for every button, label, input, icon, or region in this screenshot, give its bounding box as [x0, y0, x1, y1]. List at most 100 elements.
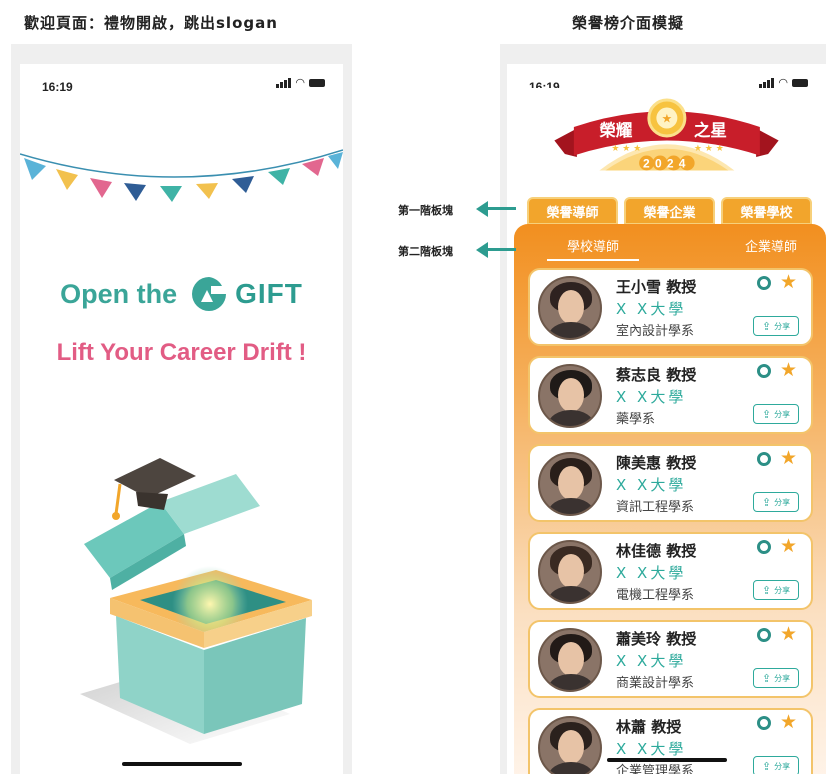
tier1-tabs: 榮譽導師 榮譽企業 榮譽學校 — [527, 197, 812, 225]
star-icon[interactable]: ★ — [780, 624, 797, 644]
tab-enterprise-mentor[interactable]: 企業導師 — [725, 236, 817, 261]
status-icons: ◠ — [276, 76, 325, 89]
honor-banner: 榮耀 之星 ★ ★ ★ ★ ★ ★ ★ 2024 — [507, 88, 826, 208]
mentor-name: 蕭美玲 教授 — [616, 630, 697, 648]
graduation-cap-icon — [114, 458, 196, 498]
svg-text:★ ★ ★: ★ ★ ★ — [611, 144, 641, 154]
home-indicator — [606, 758, 727, 762]
share-button[interactable]: ⇪ 分享 — [753, 492, 799, 512]
mentor-name: 蔡志良 教授 — [616, 366, 697, 384]
comment-icon[interactable] — [757, 540, 771, 554]
gift-logo-mark — [192, 277, 227, 311]
mentor-card[interactable]: 王小雪 教授 X X大學室內設計學系 ★ ⇪ 分享 — [528, 268, 813, 346]
share-label: 分享 — [774, 585, 791, 595]
annotation-first-block: 第一階板塊 — [398, 204, 453, 217]
share-button[interactable]: ⇪ 分享 — [753, 756, 799, 774]
comment-icon[interactable] — [757, 364, 771, 378]
svg-text:2024: 2024 — [643, 157, 691, 171]
mentor-department: 室內設計學系 — [616, 324, 695, 339]
mentor-card[interactable]: 蔡志良 教授 X X大學藥學系 ★ ⇪ 分享 — [528, 356, 813, 434]
flag-2 — [56, 169, 78, 190]
tier2-tabs: 學校導師 企業導師 — [547, 236, 817, 261]
gift-logo-icon: GIFT — [189, 274, 303, 314]
right-caption: 榮譽榜介面模擬 — [572, 14, 685, 32]
mentor-name: 林蕭 教授 — [616, 718, 682, 736]
battery-icon — [309, 79, 325, 87]
honor-board-screen: 16:19 ◠ 榮耀 之星 ★ ★ ★ ★ ★ ★ ★ 2024 榮譽導師 榮譽… — [507, 64, 826, 774]
open-the-gift-heading: Open the GIFT — [20, 274, 343, 314]
share-icon: ⇪ — [761, 671, 772, 685]
year-2024: 2024 — [639, 155, 695, 171]
mentor-school: X X大學 — [616, 476, 687, 494]
share-icon: ⇪ — [761, 319, 772, 333]
flag-8 — [268, 168, 290, 185]
share-label: 分享 — [774, 761, 791, 771]
star-icon[interactable]: ★ — [780, 536, 797, 556]
flag-1 — [24, 158, 46, 180]
comment-icon[interactable] — [757, 452, 771, 466]
mentor-school: X X大學 — [616, 740, 687, 758]
avatar — [538, 716, 602, 774]
slogan-text: Lift Your Career Drift ! — [56, 339, 307, 366]
avatar — [538, 364, 602, 428]
star-icon[interactable]: ★ — [780, 272, 797, 292]
mentor-card[interactable]: 林蕭 教授 X X大學企業管理學系 ★ ⇪ 分享 — [528, 708, 813, 774]
bunting-decoration — [20, 149, 343, 202]
comment-icon[interactable] — [757, 276, 771, 290]
flag-3 — [90, 178, 112, 198]
mentor-department: 企業管理學系 — [616, 764, 695, 774]
flag-5 — [160, 186, 182, 202]
share-button[interactable]: ⇪ 分享 — [753, 580, 799, 600]
gift-wordmark: GIFT — [235, 278, 303, 309]
mentor-card[interactable]: 林佳德 教授 X X大學 電機工程學系 ★ ⇪ 分享 — [528, 532, 813, 610]
signal-icon — [759, 78, 775, 88]
tab-school-mentor[interactable]: 學校導師 — [547, 236, 640, 261]
svg-text:★: ★ — [661, 112, 672, 126]
mentor-name: 王小雪 教授 — [616, 278, 697, 296]
mentor-name: 林佳德 教授 — [616, 542, 697, 560]
wifi-icon: ◠ — [295, 76, 305, 89]
open-gift-box-illustration — [80, 458, 312, 744]
star-icon[interactable]: ★ — [780, 712, 797, 732]
flag-7 — [232, 176, 254, 193]
banner-title-right: 之星 — [694, 120, 727, 140]
mentor-name: 陳美惠 教授 — [616, 454, 697, 472]
tab-honor-school[interactable]: 榮譽學校 — [721, 197, 812, 225]
mentor-card[interactable]: 蕭美玲 教授 X X大學 商業設計學系 ★ ⇪ 分享 — [528, 620, 813, 698]
tab-honor-enterprise[interactable]: 榮譽企業 — [624, 197, 715, 225]
comment-icon[interactable] — [757, 716, 771, 730]
avatar — [538, 628, 602, 692]
signal-icon — [276, 78, 292, 88]
star-icon[interactable]: ★ — [780, 448, 797, 468]
share-button[interactable]: ⇪ 分享 — [753, 668, 799, 688]
tab-honor-mentor[interactable]: 榮譽導師 — [527, 197, 618, 225]
battery-icon — [792, 79, 808, 87]
share-label: 分享 — [774, 497, 791, 507]
mentor-school: X X大學 — [616, 300, 687, 318]
home-indicator — [121, 762, 242, 766]
mentor-department: 資訊工程學系 — [616, 500, 695, 515]
annotation-second-block: 第二階板塊 — [398, 245, 453, 258]
share-button[interactable]: ⇪ 分享 — [753, 316, 799, 336]
status-icons: ◠ — [759, 76, 808, 89]
mentor-school: X X大學 — [616, 564, 687, 582]
welcome-screen: 16:19 ◠ Open the GIFT Lift Your Career D… — [20, 64, 343, 774]
share-label: 分享 — [774, 409, 791, 419]
share-button[interactable]: ⇪ 分享 — [753, 404, 799, 424]
share-label: 分享 — [774, 321, 791, 331]
star-icon[interactable]: ★ — [780, 360, 797, 380]
share-label: 分享 — [774, 673, 791, 683]
open-the-text: Open the — [60, 278, 178, 309]
comment-icon[interactable] — [757, 628, 771, 642]
left-caption: 歡迎頁面：禮物開啟，跳出slogan — [24, 14, 278, 32]
share-icon: ⇪ — [761, 583, 772, 597]
banner-title-left: 榮耀 — [599, 120, 633, 140]
flag-6 — [196, 183, 218, 199]
mentor-school: X X大學 — [616, 388, 687, 406]
mentor-card[interactable]: 陳美惠 教授 X X大學資訊工程學系 ★ ⇪ 分享 — [528, 444, 813, 522]
avatar — [538, 540, 602, 604]
mentor-department: 藥學系 — [616, 412, 656, 427]
avatar — [538, 276, 602, 340]
mentor-school: X X大學 — [616, 652, 687, 670]
wifi-icon: ◠ — [778, 76, 788, 89]
